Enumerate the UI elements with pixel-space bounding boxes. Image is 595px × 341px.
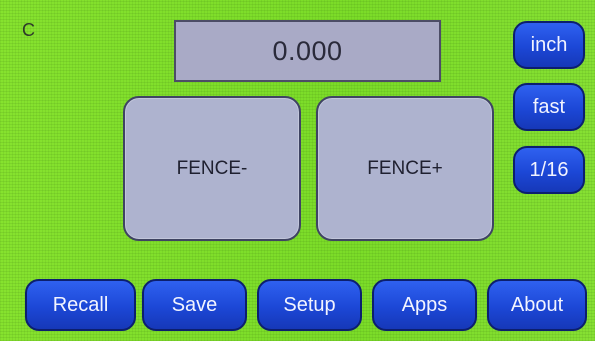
position-readout: 0.000 bbox=[174, 20, 441, 82]
save-button[interactable]: Save bbox=[142, 279, 247, 331]
about-button[interactable]: About bbox=[487, 279, 587, 331]
units-button[interactable]: inch bbox=[513, 21, 585, 69]
fence-plus-button[interactable]: FENCE+ bbox=[316, 96, 494, 241]
fence-minus-button[interactable]: FENCE- bbox=[123, 96, 301, 241]
setup-button[interactable]: Setup bbox=[257, 279, 362, 331]
step-size-button[interactable]: 1/16 bbox=[513, 146, 585, 194]
apps-button[interactable]: Apps bbox=[372, 279, 477, 331]
touchscreen: C 0.000 FENCE- FENCE+ inch fast 1/16 Rec… bbox=[0, 0, 595, 341]
recall-button[interactable]: Recall bbox=[25, 279, 136, 331]
speed-button[interactable]: fast bbox=[513, 83, 585, 131]
mode-indicator: C bbox=[22, 20, 35, 40]
